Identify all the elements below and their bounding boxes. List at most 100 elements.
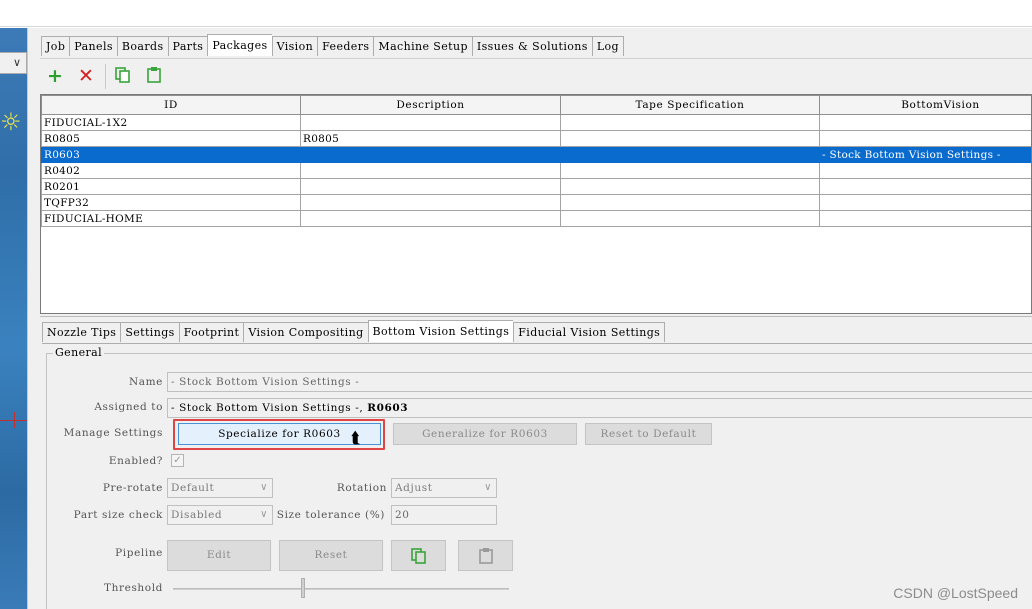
table-row[interactable]: R0805 R0805 xyxy=(41,130,1031,147)
title-bar xyxy=(0,0,1032,27)
tab-log[interactable]: Log xyxy=(591,36,624,56)
rotation-value: Adjust xyxy=(395,482,433,494)
threshold-slider-track[interactable] xyxy=(173,588,509,590)
assigned-to-package: R0603 xyxy=(367,402,409,414)
name-field[interactable]: - Stock Bottom Vision Settings - xyxy=(167,372,1032,392)
table-cell[interactable] xyxy=(560,194,820,211)
table-cell[interactable] xyxy=(300,210,561,227)
tab-machine-setup[interactable]: Machine Setup xyxy=(373,36,472,56)
pre-rotate-value: Default xyxy=(171,482,215,494)
tab-fiducial-vision-settings[interactable]: Fiducial Vision Settings xyxy=(513,322,666,342)
tab-bottom-vision-settings[interactable]: Bottom Vision Settings xyxy=(367,320,514,342)
pipeline-paste-button[interactable] xyxy=(458,540,513,571)
tab-feeders[interactable]: Feeders xyxy=(317,36,374,56)
table-row[interactable]: TQFP32 xyxy=(41,194,1031,211)
tab-parts[interactable]: Parts xyxy=(167,36,208,56)
generalize-button[interactable]: Generalize for R0603 xyxy=(393,423,577,445)
tab-footprint[interactable]: Footprint xyxy=(178,322,244,342)
table-cell[interactable]: FIDUCIAL-HOME xyxy=(41,210,301,227)
pipeline-reset-button[interactable]: Reset xyxy=(279,540,383,571)
table-cell[interactable] xyxy=(560,178,820,195)
table-cell[interactable] xyxy=(560,146,820,163)
chevron-down-icon: ∨ xyxy=(484,482,492,493)
table-cell[interactable] xyxy=(819,114,1031,131)
bottom-vision-panel: General Name - Stock Bottom Vision Setti… xyxy=(42,343,1032,609)
table-cell[interactable] xyxy=(300,162,561,179)
column-header-tape-specification[interactable]: Tape Specification xyxy=(560,95,820,115)
tab-panels[interactable]: Panels xyxy=(69,36,117,56)
table-row-selected[interactable]: R0603 - Stock Bottom Vision Settings - xyxy=(41,146,1031,163)
chevron-down-icon: ∨ xyxy=(12,56,21,69)
main-tabs: Job Panels Boards Parts Packages Vision … xyxy=(41,34,624,56)
table-row[interactable]: FIDUCIAL-HOME xyxy=(41,210,1031,227)
table-cell[interactable] xyxy=(560,130,820,147)
part-size-check-label: Part size check xyxy=(73,509,163,521)
chevron-down-icon: ∨ xyxy=(260,509,268,520)
enabled-label: Enabled? xyxy=(108,455,163,467)
threshold-label: Threshold xyxy=(104,582,163,594)
tab-issues-solutions[interactable]: Issues & Solutions xyxy=(471,36,592,56)
table-cell[interactable] xyxy=(560,210,820,227)
table-cell[interactable]: R0402 xyxy=(41,162,301,179)
chevron-down-icon: ∨ xyxy=(260,482,268,493)
tab-vision-compositing[interactable]: Vision Compositing xyxy=(243,322,368,342)
enabled-checkbox[interactable]: ✓ xyxy=(171,454,184,467)
tab-job[interactable]: Job xyxy=(41,36,70,56)
split-divider[interactable] xyxy=(27,28,38,609)
table-cell[interactable]: FIDUCIAL-1X2 xyxy=(41,114,301,131)
table-row[interactable]: FIDUCIAL-1X2 xyxy=(41,114,1031,131)
table-cell[interactable]: TQFP32 xyxy=(41,194,301,211)
table-cell[interactable] xyxy=(819,210,1031,227)
table-row[interactable]: R0201 xyxy=(41,178,1031,195)
pre-rotate-select[interactable]: Default ∨ xyxy=(167,478,273,498)
rotation-label: Rotation xyxy=(336,482,387,494)
name-label: Name xyxy=(128,376,163,388)
column-header-bottomvision[interactable]: BottomVision xyxy=(819,95,1031,115)
plus-icon[interactable]: + xyxy=(45,66,65,86)
table-cell[interactable]: R0805 xyxy=(41,130,301,147)
size-tolerance-label: Size tolerance (%) xyxy=(276,509,385,521)
part-size-check-select[interactable]: Disabled ∨ xyxy=(167,505,273,525)
table-cell[interactable] xyxy=(819,178,1031,195)
mouse-cursor-icon: ⮬ xyxy=(351,428,361,447)
paste-icon[interactable] xyxy=(144,66,164,86)
reset-to-default-button[interactable]: Reset to Default xyxy=(585,423,712,445)
table-cell[interactable]: R0201 xyxy=(41,178,301,195)
tab-boards[interactable]: Boards xyxy=(116,36,168,56)
table-cell[interactable] xyxy=(819,130,1031,147)
light-icon: ☼ xyxy=(0,108,22,136)
column-header-id[interactable]: ID xyxy=(41,95,301,115)
camera-select-dropdown[interactable]: ∨ xyxy=(0,52,27,74)
threshold-slider-thumb[interactable] xyxy=(301,578,305,598)
table-cell[interactable]: - Stock Bottom Vision Settings - xyxy=(819,146,1031,163)
manage-settings-label: Manage Settings xyxy=(63,427,163,439)
app-window: ∨ ☼ Job Panels Boards Parts Packages Vis… xyxy=(0,0,1032,609)
pipeline-edit-button[interactable]: Edit xyxy=(167,540,271,571)
table-cell[interactable] xyxy=(819,194,1031,211)
table-cell[interactable] xyxy=(560,162,820,179)
table-cell[interactable]: R0805 xyxy=(300,130,561,147)
package-detail-pane: Nozzle Tips Settings Footprint Vision Co… xyxy=(40,316,1032,609)
tab-vision[interactable]: Vision xyxy=(271,36,318,56)
pipeline-copy-button[interactable] xyxy=(391,540,446,571)
table-cell[interactable] xyxy=(819,162,1031,179)
copy-icon[interactable] xyxy=(113,66,133,86)
table-cell[interactable] xyxy=(300,194,561,211)
pipeline-label: Pipeline xyxy=(115,547,163,559)
tab-settings[interactable]: Settings xyxy=(120,322,179,342)
table-row[interactable]: R0402 xyxy=(41,162,1031,179)
size-tolerance-field[interactable]: 20 xyxy=(391,505,497,525)
table-cell[interactable]: R0603 xyxy=(41,146,301,163)
rotation-select[interactable]: Adjust ∨ xyxy=(391,478,497,498)
tab-packages[interactable]: Packages xyxy=(207,34,272,56)
delete-icon[interactable]: ✕ xyxy=(76,66,96,86)
packages-table[interactable]: ID Description Tape Specification Bottom… xyxy=(40,94,1032,314)
assigned-to-value: - Stock Bottom Vision Settings -, xyxy=(171,402,368,414)
table-cell[interactable] xyxy=(300,114,561,131)
table-cell[interactable] xyxy=(560,114,820,131)
column-header-description[interactable]: Description xyxy=(300,95,561,115)
table-cell[interactable] xyxy=(300,146,561,163)
table-cell[interactable] xyxy=(300,178,561,195)
camera-view[interactable]: ∨ ☼ xyxy=(0,28,27,609)
tab-nozzle-tips[interactable]: Nozzle Tips xyxy=(42,322,121,342)
